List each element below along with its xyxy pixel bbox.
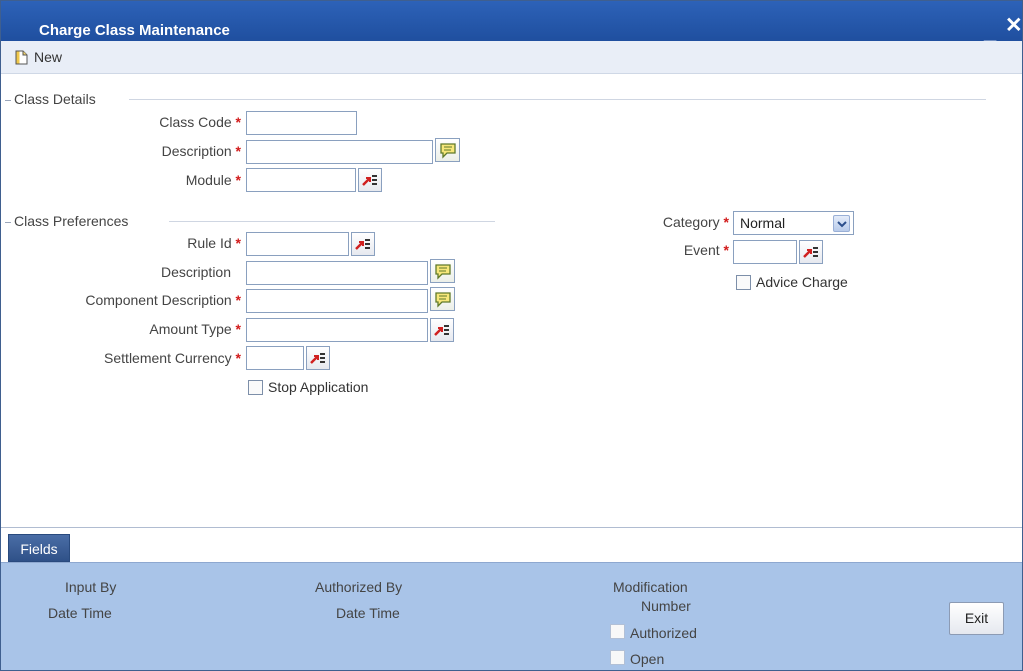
rule-id-input[interactable] bbox=[246, 232, 349, 256]
description-note-button[interactable] bbox=[435, 138, 460, 162]
stop-application-checkbox[interactable] bbox=[248, 380, 263, 395]
open-checkbox[interactable] bbox=[610, 650, 625, 665]
rule-id-lov-button[interactable] bbox=[351, 232, 375, 256]
class-preferences-divider bbox=[169, 221, 495, 222]
new-document-icon bbox=[15, 50, 28, 65]
close-button[interactable]: ✕ bbox=[1005, 13, 1022, 38]
list-of-values-icon bbox=[362, 175, 377, 186]
class-details-title: Class Details bbox=[14, 91, 96, 107]
stop-application-label[interactable]: Stop Application bbox=[268, 379, 368, 395]
class-preferences-title: Class Preferences bbox=[14, 213, 129, 229]
category-select[interactable]: Normal bbox=[733, 211, 854, 235]
window-title: Charge Class Maintenance bbox=[39, 22, 230, 39]
description-input[interactable] bbox=[246, 140, 433, 164]
section-dash bbox=[5, 100, 11, 101]
open-label: Open bbox=[630, 651, 665, 667]
amount-type-label: Amount Type * bbox=[149, 321, 241, 337]
new-button[interactable]: New bbox=[15, 49, 62, 65]
component-description-note-button[interactable] bbox=[430, 287, 455, 311]
settlement-currency-label: Settlement Currency * bbox=[104, 350, 241, 366]
list-of-values-icon bbox=[803, 247, 818, 258]
class-code-input[interactable] bbox=[246, 111, 357, 135]
date-time-label-2: Date Time bbox=[336, 605, 400, 621]
list-of-values-icon bbox=[355, 239, 370, 250]
audit-footer: Input By Date Time Authorized By Date Ti… bbox=[1, 562, 1022, 670]
event-label: Event * bbox=[683, 242, 729, 258]
module-label: Module * bbox=[185, 172, 241, 188]
fields-bar: Fields bbox=[1, 527, 1022, 562]
speech-bubble-icon bbox=[435, 264, 451, 280]
toolbar: New bbox=[1, 41, 1022, 74]
component-description-label: Component Description * bbox=[85, 292, 241, 308]
authorized-label: Authorized bbox=[630, 625, 697, 641]
fields-button[interactable]: Fields bbox=[8, 534, 70, 562]
speech-bubble-icon bbox=[435, 292, 451, 308]
amount-type-lov-button[interactable] bbox=[430, 318, 454, 342]
class-details-divider bbox=[129, 99, 986, 100]
title-bar: Charge Class Maintenance _ ✕ bbox=[1, 1, 1022, 44]
list-of-values-icon bbox=[434, 325, 449, 336]
settlement-currency-input[interactable] bbox=[246, 346, 304, 370]
description-label: Description * bbox=[161, 143, 241, 159]
advice-charge-checkbox[interactable] bbox=[736, 275, 751, 290]
pref-description-label: Description bbox=[160, 264, 231, 280]
number-label: Number bbox=[641, 598, 691, 614]
section-dash bbox=[5, 222, 11, 223]
input-by-label: Input By bbox=[65, 579, 117, 595]
speech-bubble-icon bbox=[440, 143, 456, 159]
event-lov-button[interactable] bbox=[799, 240, 823, 264]
rule-id-label: Rule Id * bbox=[187, 235, 241, 251]
date-time-label-1: Date Time bbox=[48, 605, 112, 621]
list-of-values-icon bbox=[310, 353, 325, 364]
component-description-input[interactable] bbox=[246, 289, 428, 313]
new-label: New bbox=[34, 49, 63, 65]
pref-description-input[interactable] bbox=[246, 261, 428, 285]
chevron-down-icon[interactable] bbox=[833, 215, 850, 232]
charge-class-window: Charge Class Maintenance _ ✕ New Class D… bbox=[0, 0, 1023, 671]
authorized-by-label: Authorized By bbox=[315, 579, 403, 595]
event-input[interactable] bbox=[733, 240, 797, 264]
class-code-label: Class Code * bbox=[159, 114, 241, 130]
module-input[interactable] bbox=[246, 168, 356, 192]
category-label: Category * bbox=[662, 214, 729, 230]
pref-description-note-button[interactable] bbox=[430, 259, 455, 283]
settlement-currency-lov-button[interactable] bbox=[306, 346, 330, 370]
main-content: Class Details Class Code * Description *… bbox=[1, 74, 1022, 527]
advice-charge-label[interactable]: Advice Charge bbox=[756, 274, 848, 290]
module-lov-button[interactable] bbox=[358, 168, 382, 192]
exit-button[interactable]: Exit bbox=[949, 602, 1004, 635]
category-value: Normal bbox=[740, 215, 786, 231]
amount-type-input[interactable] bbox=[246, 318, 428, 342]
modification-label: Modification bbox=[613, 579, 688, 595]
authorized-checkbox[interactable] bbox=[610, 624, 625, 639]
